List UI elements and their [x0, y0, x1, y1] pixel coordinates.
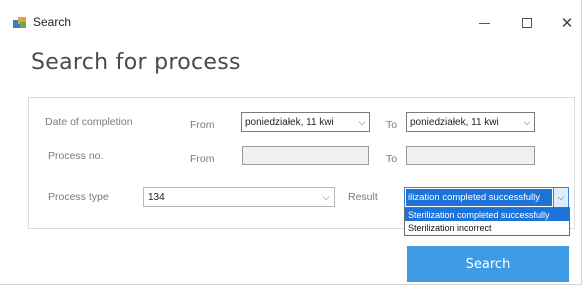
date-to-label: To — [386, 119, 398, 131]
result-select[interactable]: ilization completed successfully ⌵ — [404, 187, 569, 208]
process-to-label: To — [386, 153, 398, 165]
result-selected-value: ilization completed successfully — [406, 189, 552, 206]
process-no-label: Process no. — [48, 150, 104, 162]
date-from-picker[interactable]: poniedziałek, 11 kwi ⌵ — [241, 112, 370, 132]
chevron-down-icon: ⌵ — [523, 116, 531, 127]
process-from-field[interactable] — [242, 146, 369, 165]
search-button[interactable]: Search — [407, 246, 569, 282]
process-type-select[interactable]: 134 ⌵ — [143, 187, 335, 207]
result-label: Result — [348, 191, 378, 203]
process-type-value: 134 — [148, 191, 165, 203]
search-app-icon — [13, 17, 26, 28]
close-button[interactable]: ✕ — [545, 8, 582, 38]
page-title: Search for process — [31, 50, 241, 75]
date-from-label: From — [190, 119, 215, 131]
date-of-completion-label: Date of completion — [45, 116, 133, 128]
minimize-icon — [478, 22, 490, 24]
maximize-button[interactable] — [505, 8, 549, 38]
search-window: Search ✕ Search for process Date of comp… — [0, 0, 582, 285]
minimize-button[interactable] — [462, 8, 506, 38]
chevron-down-icon: ⌵ — [358, 116, 366, 127]
date-to-picker[interactable]: poniedziałek, 11 kwi ⌵ — [406, 112, 535, 132]
process-to-field[interactable] — [406, 146, 535, 165]
process-type-label: Process type — [48, 191, 109, 203]
chevron-down-icon[interactable]: ⌵ — [553, 188, 568, 207]
date-from-value: poniedziałek, 11 kwi — [245, 116, 334, 128]
maximize-icon — [522, 18, 532, 28]
process-from-label: From — [190, 153, 215, 165]
date-to-value: poniedziałek, 11 kwi — [410, 116, 499, 128]
window-title: Search — [33, 15, 72, 29]
result-option-successful[interactable]: Sterilization completed successfully — [405, 208, 569, 221]
result-option-incorrect[interactable]: Sterilization incorrect — [405, 221, 569, 234]
title-bar: Search ✕ — [0, 0, 582, 38]
close-icon: ✕ — [560, 14, 574, 32]
result-dropdown-list: Sterilization completed successfully Ste… — [404, 207, 570, 236]
chevron-down-icon: ⌵ — [322, 191, 330, 202]
